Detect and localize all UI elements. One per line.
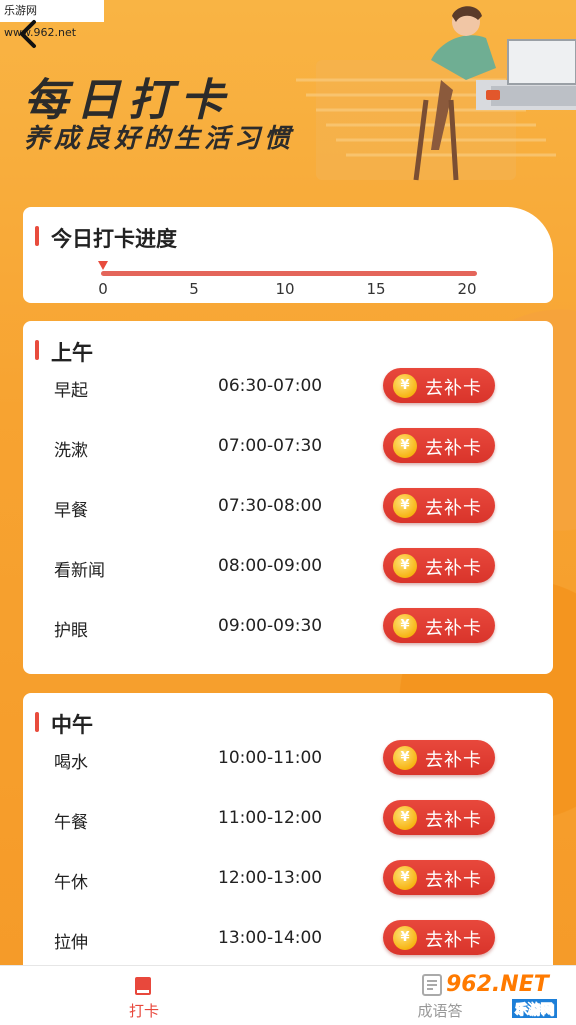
list-item: 护眼 09:00-09:30 ¥ 去补卡	[23, 607, 553, 647]
watermark-main: 962.NET	[446, 972, 549, 997]
bottom-watermark: 962.NET 乐游网	[446, 972, 570, 1018]
item-name: 看新闻	[54, 561, 105, 581]
coin-icon: ¥	[393, 866, 417, 890]
coin-icon: ¥	[393, 746, 417, 770]
progress-bar	[101, 271, 477, 276]
tab-punch-in[interactable]: 打卡	[84, 966, 204, 1025]
makeup-punch-button[interactable]: ¥ 去补卡	[383, 608, 495, 643]
book-icon	[135, 977, 151, 995]
item-time: 06:30-07:00	[218, 376, 323, 396]
item-time: 10:00-11:00	[218, 748, 323, 768]
progress-tick: 0	[98, 280, 108, 298]
item-name: 早餐	[54, 501, 88, 521]
item-time: 12:00-13:00	[218, 868, 323, 888]
item-time: 08:00-09:00	[218, 556, 323, 576]
page-subtitle: 养成良好的生活习惯	[24, 124, 295, 154]
makeup-punch-button[interactable]: ¥ 去补卡	[383, 428, 495, 463]
item-name: 午餐	[54, 813, 88, 833]
section-title: 中午	[35, 709, 93, 739]
watermark-sub: 乐游网	[512, 999, 558, 1018]
section-title: 上午	[35, 337, 93, 367]
progress-tick: 5	[189, 280, 199, 298]
coin-icon: ¥	[393, 926, 417, 950]
item-time: 09:00-09:30	[218, 616, 323, 636]
coin-icon: ¥	[393, 434, 417, 458]
button-label: 去补卡	[425, 750, 482, 771]
progress-marker-icon	[98, 261, 108, 270]
item-name: 护眼	[54, 621, 88, 641]
list-item: 早餐 07:30-08:00 ¥ 去补卡	[23, 487, 553, 527]
button-label: 去补卡	[425, 558, 482, 579]
makeup-punch-button[interactable]: ¥ 去补卡	[383, 368, 495, 403]
item-name: 喝水	[54, 753, 88, 773]
section-card-morning: 上午 早起 06:30-07:00 ¥ 去补卡 洗漱 07:00-07:30 ¥…	[23, 321, 553, 674]
makeup-punch-button[interactable]: ¥ 去补卡	[383, 548, 495, 583]
section-card-noon: 中午 喝水 10:00-11:00 ¥ 去补卡 午餐 11:00-12:00 ¥…	[23, 693, 553, 983]
tab-label: 打卡	[128, 1002, 159, 1020]
item-time: 11:00-12:00	[218, 808, 323, 828]
list-item: 看新闻 08:00-09:00 ¥ 去补卡	[23, 547, 553, 587]
list-item: 午餐 11:00-12:00 ¥ 去补卡	[23, 799, 553, 839]
item-name: 洗漱	[54, 441, 88, 461]
list-item: 洗漱 07:00-07:30 ¥ 去补卡	[23, 427, 553, 467]
button-label: 去补卡	[425, 438, 482, 459]
button-label: 去补卡	[425, 618, 482, 639]
button-label: 去补卡	[425, 810, 482, 831]
makeup-punch-button[interactable]: ¥ 去补卡	[383, 920, 495, 955]
coin-icon: ¥	[393, 494, 417, 518]
coin-icon: ¥	[393, 806, 417, 830]
button-label: 去补卡	[425, 498, 482, 519]
item-time: 13:00-14:00	[218, 928, 323, 948]
button-label: 去补卡	[425, 870, 482, 891]
progress-title: 今日打卡进度	[35, 223, 177, 253]
progress-tick: 15	[366, 280, 386, 298]
coin-icon: ¥	[393, 374, 417, 398]
desk-illustration	[296, 6, 576, 181]
coin-icon: ¥	[393, 554, 417, 578]
document-icon	[422, 974, 442, 996]
item-name: 午休	[54, 873, 88, 893]
list-item: 午休 12:00-13:00 ¥ 去补卡	[23, 859, 553, 899]
list-item: 早起 06:30-07:00 ¥ 去补卡	[23, 367, 553, 407]
back-arrow-icon[interactable]	[14, 18, 42, 50]
list-item: 喝水 10:00-11:00 ¥ 去补卡	[23, 739, 553, 779]
progress-tick: 10	[275, 280, 295, 298]
item-time: 07:00-07:30	[218, 436, 323, 456]
item-name: 早起	[54, 381, 88, 401]
button-label: 去补卡	[425, 378, 482, 399]
makeup-punch-button[interactable]: ¥ 去补卡	[383, 860, 495, 895]
makeup-punch-button[interactable]: ¥ 去补卡	[383, 740, 495, 775]
makeup-punch-button[interactable]: ¥ 去补卡	[383, 488, 495, 523]
progress-tick: 20	[457, 280, 477, 298]
progress-card: 今日打卡进度 0 5 10 15 20	[23, 207, 553, 303]
coin-icon: ¥	[393, 614, 417, 638]
list-item: 拉伸 13:00-14:00 ¥ 去补卡	[23, 919, 553, 959]
item-name: 拉伸	[54, 933, 88, 953]
item-time: 07:30-08:00	[218, 496, 323, 516]
button-label: 去补卡	[425, 930, 482, 951]
makeup-punch-button[interactable]: ¥ 去补卡	[383, 800, 495, 835]
